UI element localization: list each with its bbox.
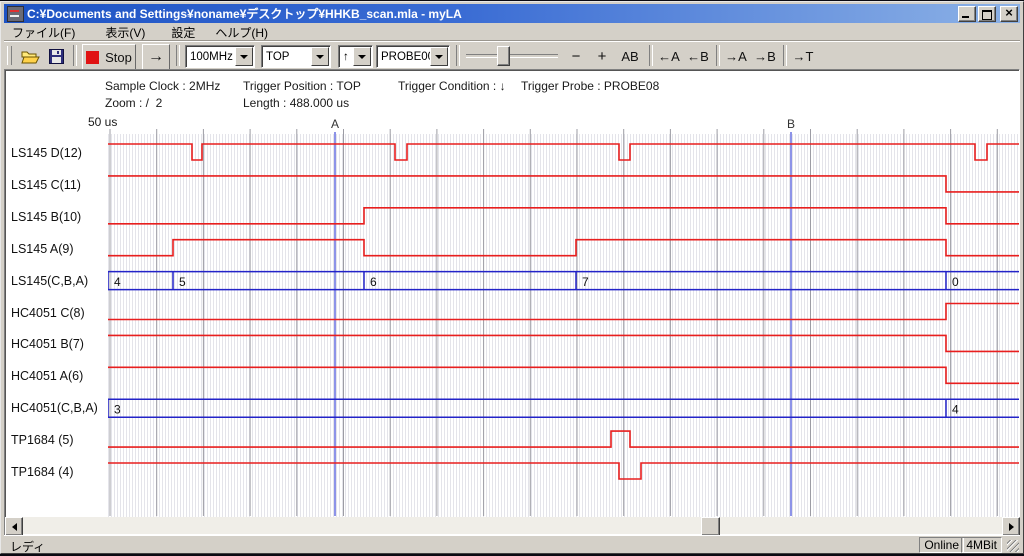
channel-label[interactable]: HC4051(C,B,A) — [11, 401, 98, 415]
maximize-button[interactable] — [978, 6, 996, 22]
waveform-trace — [108, 144, 1019, 160]
zoom-slider-thumb[interactable] — [497, 46, 510, 66]
window-title: C:¥Documents and Settings¥noname¥デスクトップ¥… — [27, 5, 954, 22]
menu-help[interactable]: ヘルプ(H) — [207, 23, 276, 42]
horizontal-scrollbar[interactable] — [5, 517, 1020, 534]
open-folder-icon — [21, 49, 40, 64]
trigger-condition-info: Trigger Condition : ↓ — [398, 79, 506, 93]
waveform-trace — [108, 431, 1019, 447]
maximize-icon — [982, 10, 992, 20]
scroll-left-icon — [8, 523, 17, 531]
menu-settings[interactable]: 設定 — [163, 23, 203, 42]
clock-value: 100MHz — [186, 51, 235, 63]
waveform-trace — [108, 208, 1019, 224]
close-button[interactable]: × — [1000, 6, 1018, 22]
toolbar-grip[interactable] — [7, 46, 12, 65]
open-button[interactable] — [18, 44, 42, 68]
stop-label: Stop — [105, 50, 132, 65]
zoom-slider-track[interactable] — [466, 54, 558, 58]
zoom-out-button[interactable]: − — [564, 44, 588, 68]
goto-trigger-button[interactable]: →T — [789, 44, 817, 68]
trigger-edge-value: ↑ — [339, 51, 353, 63]
bus-value-label: 3 — [114, 403, 121, 417]
trigger-probe-info: Trigger Probe : PROBE08 — [521, 79, 659, 93]
channel-label[interactable]: LS145(C,B,A) — [11, 274, 88, 288]
waveform-trace — [108, 367, 1019, 383]
sample-clock-info: Sample Clock : 2MHz — [105, 79, 220, 93]
waveform-trace — [108, 304, 1019, 320]
trigger-position-dropdown-icon[interactable] — [311, 47, 329, 66]
app-window: C:¥Documents and Settings¥noname¥デスクトップ¥… — [0, 1, 1024, 554]
scrollbar-thumb[interactable] — [701, 517, 720, 536]
channel-label[interactable]: HC4051 A(6) — [11, 369, 83, 383]
close-icon: × — [1005, 8, 1013, 18]
status-bar: レディ Online 4MBit — [4, 535, 1020, 553]
menu-file[interactable]: ファイル(F) — [4, 23, 83, 42]
app-icon[interactable] — [7, 6, 24, 22]
waveform-trace — [108, 176, 1019, 192]
bus-value-label: 5 — [179, 275, 186, 289]
probe-value: PROBE00 — [377, 51, 430, 63]
scroll-right-button[interactable] — [1002, 517, 1020, 536]
run-arrow-icon: → — [148, 48, 164, 66]
probe-combobox[interactable]: PROBE00 — [376, 45, 450, 68]
ab-button[interactable]: AB — [616, 44, 644, 68]
clock-dropdown-icon[interactable] — [235, 47, 253, 66]
channel-label[interactable]: LS145 B(10) — [11, 210, 81, 224]
goto-b-right-button[interactable]: →B — [751, 44, 779, 68]
trigger-position-info: Trigger Position : TOP — [243, 79, 361, 93]
minimize-button[interactable] — [958, 6, 976, 22]
zoom-info: Zoom : / 2 — [105, 96, 162, 110]
length-info: Length : 488.000 us — [243, 96, 349, 110]
status-online-badge: Online — [919, 537, 964, 553]
zoom-in-button[interactable]: + — [590, 44, 614, 68]
trigger-edge-combobox[interactable]: ↑ — [338, 45, 373, 68]
waveform-trace — [108, 463, 1019, 479]
status-ready-text: レディ — [10, 538, 45, 555]
bus-value-label: 0 — [952, 275, 959, 289]
bus-value-label: 6 — [370, 275, 377, 289]
menu-view[interactable]: 表示(V) — [97, 23, 153, 42]
trigger-position-value: TOP — [262, 51, 311, 63]
run-button[interactable]: → — [142, 44, 170, 70]
channel-label[interactable]: LS145 C(11) — [11, 178, 81, 192]
channel-label[interactable]: LS145 D(12) — [11, 146, 82, 160]
stop-button[interactable]: Stop — [82, 44, 136, 70]
scroll-right-icon — [1009, 523, 1018, 531]
waveform-svg: 4 5 6 7 0 3 4 — [108, 127, 1019, 516]
minimize-icon — [962, 16, 969, 18]
goto-a-right-button[interactable]: →A — [722, 44, 750, 68]
bus-value-label: 7 — [582, 275, 589, 289]
channel-label[interactable]: HC4051 B(7) — [11, 337, 84, 351]
bus-value-label: 4 — [952, 403, 959, 417]
save-button[interactable] — [44, 44, 68, 68]
channel-label[interactable]: LS145 A(9) — [11, 242, 74, 256]
channel-label[interactable]: HC4051 C(8) — [11, 306, 85, 320]
clock-combobox[interactable]: 100MHz — [185, 45, 255, 68]
resize-grip[interactable] — [1007, 540, 1019, 552]
channel-label[interactable]: TP1684 (4) — [11, 465, 74, 479]
goto-b-left-button[interactable]: ←B — [684, 44, 712, 68]
channel-label[interactable]: TP1684 (5) — [11, 433, 74, 447]
bus-value-label: 4 — [114, 275, 121, 289]
waveform-trace — [108, 240, 1019, 256]
scroll-left-button[interactable] — [5, 517, 23, 536]
trigger-position-combobox[interactable]: TOP — [261, 45, 331, 68]
goto-a-left-button[interactable]: ←A — [655, 44, 683, 68]
save-floppy-icon — [49, 49, 64, 64]
waveform-trace — [108, 335, 1019, 351]
title-bar[interactable]: C:¥Documents and Settings¥noname¥デスクトップ¥… — [4, 4, 1020, 23]
status-memory-badge: 4MBit — [961, 537, 1002, 553]
toolbar: Stop → 100MHz TOP ↑ PROBE00 − + AB ←A ←B — [4, 40, 1020, 70]
stop-icon — [86, 51, 99, 64]
menu-bar: ファイル(F) 表示(V) 設定 ヘルプ(H) — [4, 24, 1020, 40]
probe-dropdown-icon[interactable] — [430, 47, 448, 66]
trigger-edge-dropdown-icon[interactable] — [353, 47, 371, 66]
